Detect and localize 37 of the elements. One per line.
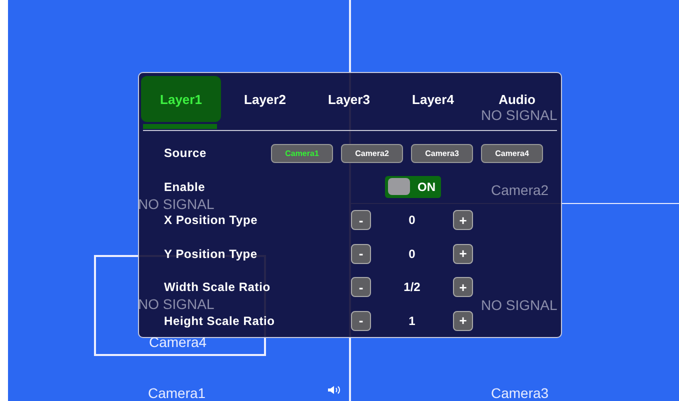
video-label: Camera4 bbox=[149, 334, 207, 350]
increase-button[interactable]: + bbox=[453, 310, 473, 331]
increase-button[interactable]: + bbox=[453, 277, 473, 298]
speaker-icon bbox=[327, 385, 341, 395]
video-label: Camera3 bbox=[491, 385, 549, 401]
setting-label: Source bbox=[164, 146, 208, 160]
setting-label: Width Scale Ratio bbox=[164, 280, 272, 294]
setting-label: X Position Type bbox=[164, 213, 259, 228]
setting-label: Height Scale Ratio bbox=[164, 314, 276, 328]
decrease-button[interactable]: - bbox=[351, 277, 371, 298]
video-label: NO SIGNAL bbox=[481, 107, 558, 123]
increase-button[interactable]: + bbox=[453, 210, 473, 230]
source-button[interactable]: Camera1 bbox=[271, 144, 333, 163]
tab[interactable]: Audio bbox=[477, 91, 557, 107]
video-label: NO SIGNAL bbox=[138, 296, 214, 312]
toggle-switch[interactable]: ON bbox=[385, 176, 441, 198]
tab[interactable]: Layer3 bbox=[309, 91, 389, 107]
tab[interactable]: Layer1 bbox=[141, 76, 221, 122]
tab[interactable]: Layer2 bbox=[225, 91, 305, 107]
video-label: NO SIGNAL bbox=[138, 196, 214, 212]
source-button[interactable]: Camera3 bbox=[411, 144, 473, 163]
video-label: Camera2 bbox=[491, 182, 549, 198]
decrease-button[interactable]: - bbox=[351, 244, 371, 264]
source-button[interactable]: Camera4 bbox=[481, 144, 543, 163]
video-label: NO SIGNAL bbox=[481, 297, 558, 313]
decrease-button[interactable]: - bbox=[351, 210, 371, 230]
increase-button[interactable]: + bbox=[453, 244, 473, 264]
setting-label: Y Position Type bbox=[164, 246, 258, 261]
video-label: Camera1 bbox=[148, 385, 206, 401]
setting-value: 1 bbox=[408, 314, 416, 328]
setting-value: 1/2 bbox=[402, 280, 422, 294]
decrease-button[interactable]: - bbox=[351, 310, 371, 331]
setting-value: 0 bbox=[408, 246, 416, 261]
setting-value: 0 bbox=[408, 213, 416, 228]
tab[interactable]: Layer4 bbox=[393, 91, 473, 107]
source-button[interactable]: Camera2 bbox=[341, 144, 403, 163]
setting-label: Enable bbox=[164, 180, 206, 194]
